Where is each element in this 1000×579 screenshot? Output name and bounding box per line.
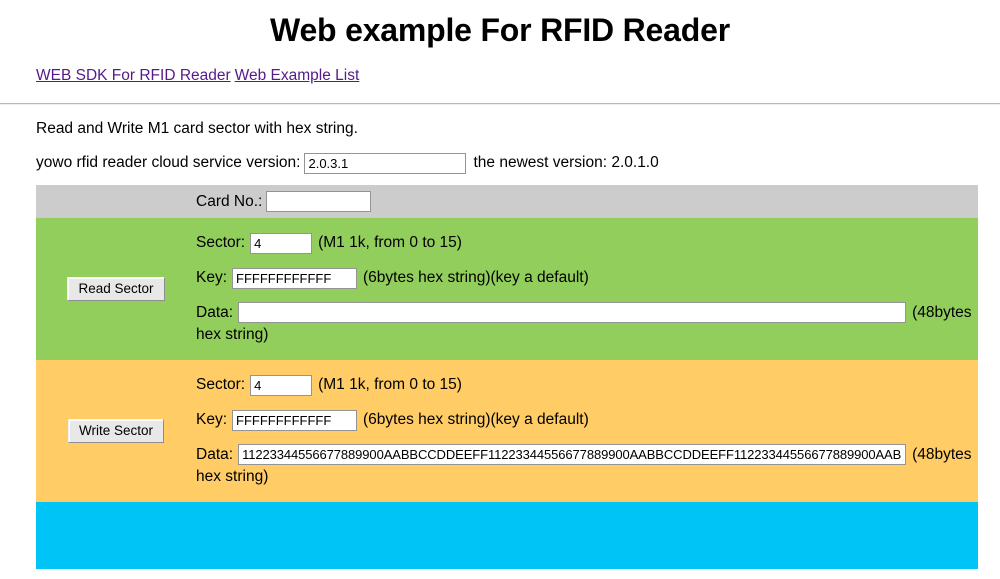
read-sector-input[interactable] [250, 232, 313, 254]
read-data-label: Data: [196, 304, 234, 321]
write-sector-row: Sector: (M1 1k, from 0 to 15) [196, 374, 978, 396]
link-web-sdk-for-rfid-reader[interactable]: WEB SDK For RFID Reader [36, 67, 231, 84]
write-sector-button-cell: Write Sector [36, 374, 196, 488]
write-data-hint-line2: hex string) [196, 468, 269, 485]
write-key-hint: (6bytes hex string)(key a default) [363, 411, 589, 428]
link-web-example-list[interactable]: Web Example List [235, 67, 360, 84]
version-line: yowo rfid reader cloud service version: … [0, 139, 1000, 174]
read-sector-label: Sector: [196, 234, 246, 251]
write-sector-label: Sector: [196, 376, 246, 393]
read-sector-button-cell: Read Sector [36, 232, 196, 346]
write-sector-hint: (M1 1k, from 0 to 15) [318, 376, 462, 393]
read-key-label: Key: [196, 269, 228, 286]
version-input[interactable] [304, 152, 467, 174]
version-label: yowo rfid reader cloud service version: [36, 154, 301, 171]
write-key-input[interactable] [232, 409, 358, 431]
page-root: Web example For RFID Reader WEB SDK For … [0, 0, 1000, 579]
read-data-input[interactable] [238, 302, 907, 323]
write-data-hint: (48bytes [912, 446, 972, 463]
form-bands: Card No.: Read Sector Sector: (M1 1k, fr… [36, 185, 978, 569]
read-data-hint-line2: hex string) [196, 326, 269, 343]
write-data-row: Data: (48bytes hex string) [196, 444, 978, 488]
write-sector-block: Write Sector Sector: (M1 1k, from 0 to 1… [36, 360, 978, 502]
read-sector-row: Sector: (M1 1k, from 0 to 15) [196, 232, 978, 254]
read-sector-fields: Sector: (M1 1k, from 0 to 15) Key: (6byt… [196, 232, 978, 346]
write-sector-input[interactable] [250, 374, 313, 396]
newest-version-text: the newest version: 2.0.1.0 [473, 154, 659, 171]
card-no-band: Card No.: [36, 185, 978, 218]
write-key-row: Key: (6bytes hex string)(key a default) [196, 409, 978, 431]
intro-description: Read and Write M1 card sector with hex s… [36, 120, 358, 137]
write-data-input[interactable] [238, 444, 907, 465]
write-data-label: Data: [196, 446, 234, 463]
write-sector-button[interactable]: Write Sector [67, 419, 165, 443]
result-output-band [36, 502, 978, 569]
read-sector-band: Read Sector Sector: (M1 1k, from 0 to 15… [36, 218, 978, 360]
read-data-hint: (48bytes [912, 304, 972, 321]
read-key-input[interactable] [232, 267, 358, 289]
write-sector-band: Write Sector Sector: (M1 1k, from 0 to 1… [36, 360, 978, 502]
read-data-row: Data: (48bytes hex string) [196, 302, 978, 346]
write-sector-fields: Sector: (M1 1k, from 0 to 15) Key: (6byt… [196, 374, 978, 488]
nav-links: WEB SDK For RFID Reader Web Example List [0, 52, 1000, 86]
write-key-label: Key: [196, 411, 228, 428]
card-no-label: Card No.: [196, 192, 263, 210]
read-sector-button[interactable]: Read Sector [67, 277, 165, 301]
read-sector-hint: (M1 1k, from 0 to 15) [318, 234, 462, 251]
read-key-hint: (6bytes hex string)(key a default) [363, 269, 589, 286]
page-title: Web example For RFID Reader [270, 12, 730, 48]
card-no-input[interactable] [266, 191, 372, 212]
read-key-row: Key: (6bytes hex string)(key a default) [196, 267, 978, 289]
read-sector-block: Read Sector Sector: (M1 1k, from 0 to 15… [36, 218, 978, 360]
